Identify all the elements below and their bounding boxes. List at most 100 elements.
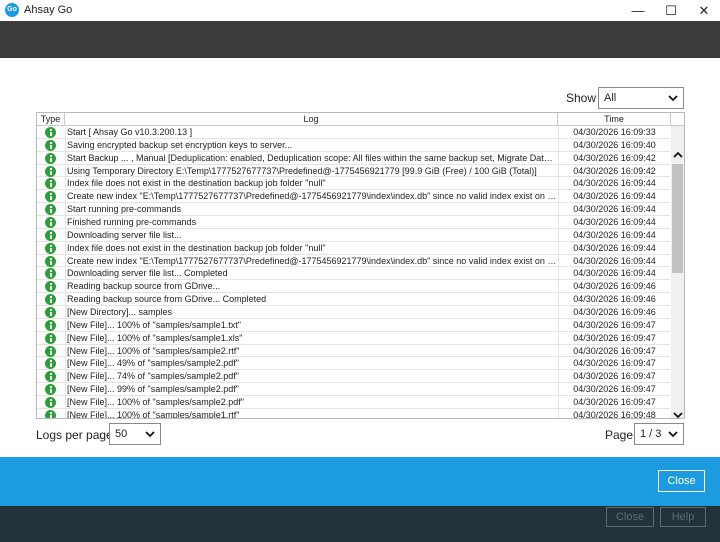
- log-time: 04/30/2026 16:09:46: [573, 294, 656, 305]
- maximize-icon: ☐: [665, 2, 677, 18]
- background-help-button: Help: [660, 507, 706, 527]
- background-close-button: Close: [606, 507, 654, 527]
- log-message: Finished running pre-commands: [67, 217, 197, 228]
- log-time: 04/30/2026 16:09:47: [573, 332, 656, 343]
- log-time: 04/30/2026 16:09:44: [573, 204, 656, 215]
- log-row[interactable]: Start running pre-commands 04/30/2026 16:…: [37, 203, 670, 217]
- app-header-bar: [0, 21, 720, 58]
- minimize-icon: —: [631, 3, 645, 18]
- log-row[interactable]: Create new index "E:\Temp\1777527677737\…: [37, 190, 670, 204]
- close-button[interactable]: Close: [658, 470, 705, 492]
- info-icon: [45, 204, 56, 216]
- log-message: [New File]... 100% of "samples/sample2.r…: [67, 345, 240, 356]
- log-row[interactable]: Finished running pre-commands 04/30/2026 …: [37, 216, 670, 229]
- log-message: Reading backup source from GDrive... Com…: [67, 294, 267, 305]
- log-message: Index file does not exist in the destina…: [67, 178, 326, 189]
- log-time: 04/30/2026 16:09:47: [573, 371, 656, 382]
- log-row[interactable]: Downloading server file list... Complete…: [37, 267, 670, 281]
- log-time: 04/30/2026 16:09:44: [573, 178, 656, 189]
- log-scrollbar[interactable]: [671, 126, 684, 418]
- log-row[interactable]: [New File]... 100% of "samples/sample2.r…: [37, 345, 670, 358]
- info-icon: [45, 384, 56, 396]
- log-row[interactable]: Index file does not exist in the destina…: [37, 242, 670, 255]
- log-time: 04/30/2026 16:09:46: [573, 281, 656, 292]
- log-row[interactable]: [New File]... 49% of "samples/sample2.pd…: [37, 357, 670, 371]
- app-logo-icon: Go: [5, 3, 19, 17]
- page-value: 1 / 3: [640, 428, 662, 440]
- log-row[interactable]: [New File]... 100% of "samples/sample1.r…: [37, 409, 670, 419]
- header-log[interactable]: Log: [65, 113, 558, 126]
- header-time[interactable]: Time: [558, 113, 671, 126]
- scroll-up-button[interactable]: [671, 148, 684, 161]
- log-time: 04/30/2026 16:09:47: [573, 358, 656, 369]
- log-message: Downloading server file list...: [67, 229, 182, 240]
- page-label: Page: [605, 428, 634, 442]
- header-type[interactable]: Type: [37, 113, 65, 126]
- info-icon: [45, 191, 56, 203]
- info-icon: [45, 345, 56, 357]
- log-message: [New File]... 100% of "samples/sample1.x…: [67, 332, 243, 343]
- dialog-action-bar: [0, 457, 720, 506]
- scroll-down-icon: [672, 411, 683, 418]
- minimize-button[interactable]: —: [622, 0, 654, 21]
- chevron-down-icon: [668, 95, 678, 102]
- log-time: 04/30/2026 16:09:47: [573, 384, 656, 395]
- show-filter-label: Show: [566, 91, 597, 105]
- log-message: Using Temporary Directory E:\Temp\177752…: [67, 165, 537, 176]
- log-row[interactable]: [New Directory]... samples 04/30/2026 16:…: [37, 306, 670, 319]
- close-icon: ✕: [698, 2, 710, 18]
- log-time: 04/30/2026 16:09:44: [573, 217, 656, 228]
- info-icon: [45, 409, 56, 418]
- info-icon: [45, 294, 56, 306]
- info-icon: [45, 139, 56, 151]
- info-icon: [45, 371, 56, 383]
- log-row[interactable]: Create new index "E:\Temp\1777527677737\…: [37, 255, 670, 268]
- log-message: Create new index "E:\Temp\1777527677737\…: [67, 255, 557, 266]
- log-message: [New File]... 100% of "samples/sample1.t…: [67, 319, 241, 330]
- log-row[interactable]: Start Backup ... , Manual [Deduplication…: [37, 152, 670, 165]
- log-row[interactable]: Downloading server file list... 04/30/202…: [37, 229, 670, 242]
- log-time: 04/30/2026 16:09:42: [573, 165, 656, 176]
- info-icon: [45, 152, 56, 164]
- log-row[interactable]: [New File]... 100% of "samples/sample2.p…: [37, 396, 670, 409]
- info-icon: [45, 268, 56, 280]
- info-icon: [45, 178, 56, 190]
- log-message: Saving encrypted backup set encryption k…: [67, 139, 293, 150]
- log-message: [New Directory]... samples: [67, 307, 173, 318]
- log-row[interactable]: Saving encrypted backup set encryption k…: [37, 139, 670, 152]
- log-time: 04/30/2026 16:09:48: [573, 409, 656, 419]
- logs-per-page-select[interactable]: 50: [109, 423, 161, 445]
- log-row[interactable]: [New File]... 100% of "samples/sample1.t…: [37, 319, 670, 332]
- log-time: 04/30/2026 16:09:44: [573, 191, 656, 202]
- log-row[interactable]: [New File]... 100% of "samples/sample1.x…: [37, 332, 670, 345]
- log-row[interactable]: Reading backup source from GDrive... Com…: [37, 293, 670, 307]
- show-filter-select[interactable]: All: [598, 87, 684, 109]
- log-row[interactable]: Start [ Ahsay Go v10.3.200.13 ] 04/30/202…: [37, 126, 670, 139]
- log-row[interactable]: Index file does not exist in the destina…: [37, 177, 670, 191]
- page-select[interactable]: 1 / 3: [634, 423, 684, 445]
- info-icon: [45, 217, 56, 229]
- info-icon: [45, 229, 56, 241]
- info-icon: [45, 255, 56, 267]
- log-time: 04/30/2026 16:09:33: [573, 127, 656, 137]
- log-time: 04/30/2026 16:09:40: [573, 139, 656, 150]
- log-time: 04/30/2026 16:09:46: [573, 307, 656, 318]
- window-close-button[interactable]: ✕: [688, 0, 720, 21]
- chevron-down-icon: [668, 431, 678, 438]
- log-message: Create new index "E:\Temp\1777527677737\…: [67, 191, 557, 202]
- scroll-down-button[interactable]: [671, 408, 684, 418]
- log-message: [New File]... 100% of "samples/sample1.r…: [67, 409, 240, 419]
- log-rows: Start [ Ahsay Go v10.3.200.13 ] 04/30/202…: [37, 126, 670, 419]
- log-time: 04/30/2026 16:09:42: [573, 152, 656, 163]
- log-row[interactable]: [New File]... 99% of "samples/sample2.pd…: [37, 383, 670, 397]
- maximize-button[interactable]: ☐: [655, 0, 687, 21]
- log-time: 04/30/2026 16:09:47: [573, 319, 656, 330]
- log-row[interactable]: Reading backup source from GDrive... 04/3…: [37, 280, 670, 294]
- log-message: Downloading server file list... Complete…: [67, 268, 228, 279]
- log-time: 04/30/2026 16:09:44: [573, 242, 656, 253]
- log-row[interactable]: Using Temporary Directory E:\Temp\177752…: [37, 165, 670, 178]
- scroll-thumb[interactable]: [672, 164, 683, 273]
- log-row[interactable]: [New File]... 74% of "samples/sample2.pd…: [37, 370, 670, 384]
- log-message: Reading backup source from GDrive...: [67, 281, 221, 292]
- info-icon: [45, 242, 56, 254]
